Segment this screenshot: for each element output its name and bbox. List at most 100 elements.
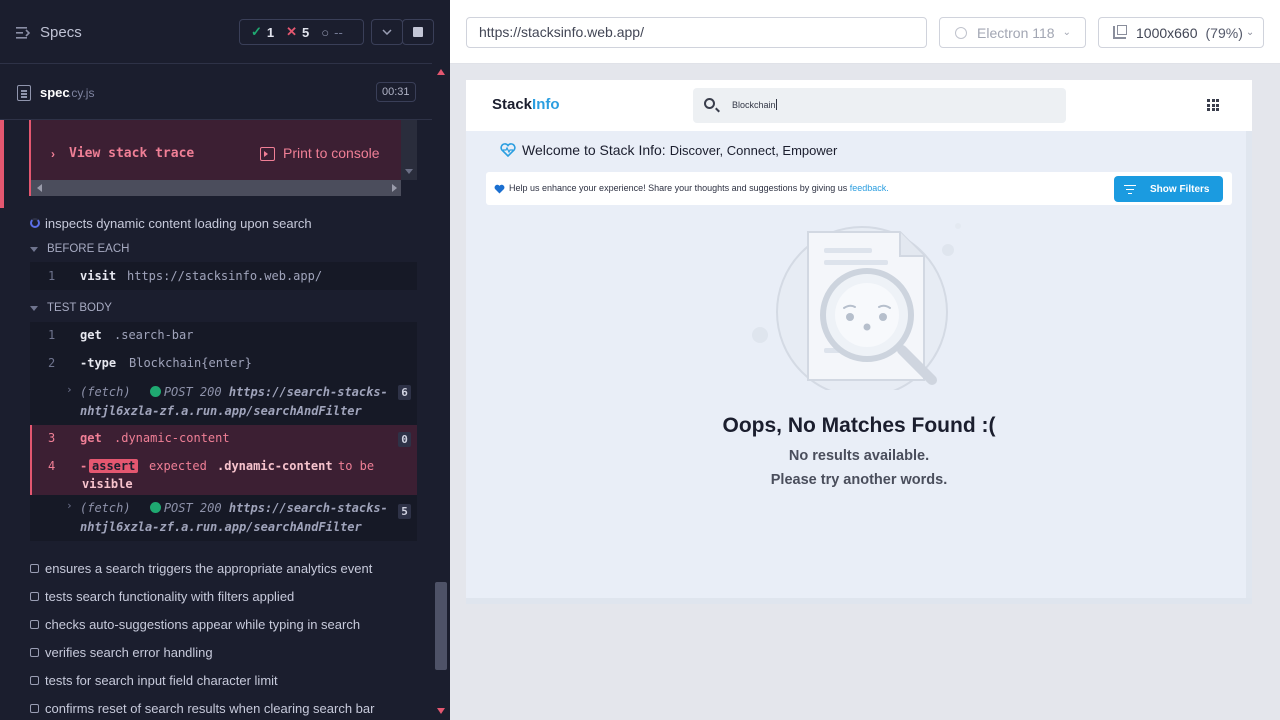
assert-visible: visible xyxy=(82,477,133,491)
browser-toolbar: https://stacksinfo.web.app/ Electron 118… xyxy=(450,0,1280,64)
pending-checkbox-icon xyxy=(30,703,39,713)
command-name: get xyxy=(80,328,102,342)
test-title[interactable]: tests for search input field character l… xyxy=(30,670,278,690)
scroll-up-icon[interactable] xyxy=(437,69,445,75)
no-results-illustration xyxy=(752,223,961,390)
spec-name: spec xyxy=(40,85,70,100)
welcome-heading: Welcome to Stack Info: Discover, Connect… xyxy=(500,142,837,158)
check-icon: ✓ xyxy=(251,24,262,39)
scroll-down-icon[interactable] xyxy=(437,708,445,714)
chevron-right-icon: › xyxy=(66,499,73,512)
command-arg: Blockchain{enter} xyxy=(129,356,252,370)
passed-count: 1 xyxy=(266,24,275,40)
assert-selector: .dynamic-content xyxy=(217,459,333,473)
error-panel: › View stack trace Print to console xyxy=(29,120,417,196)
frame-bottom xyxy=(466,598,1252,604)
pending-checkbox-icon xyxy=(30,647,39,657)
stop-button[interactable] xyxy=(402,19,434,45)
apps-grid-icon[interactable] xyxy=(1207,99,1219,111)
pending-checkbox-icon xyxy=(30,563,39,573)
test-title[interactable]: ensures a search triggers the appropriat… xyxy=(30,558,372,578)
zoom-level: (79%) xyxy=(1205,24,1243,41)
assert-expected: expected xyxy=(149,459,207,473)
status-dot-icon xyxy=(149,386,161,397)
reporter-panel: Specs ✓ 1 ✕ 5 ○ -- spec .cy.js 00:31 › V… xyxy=(0,0,450,720)
pending-checkbox-icon xyxy=(30,619,39,629)
failed-indicator xyxy=(0,120,4,208)
test-title-text: tests search functionality with filters … xyxy=(45,588,295,604)
fetch-method: POST 200 xyxy=(163,501,222,515)
command-arg: .search-bar xyxy=(114,328,194,342)
stop-icon xyxy=(413,27,423,37)
fetch-label: (fetch) xyxy=(80,385,131,399)
try-again-text: Please try another words. xyxy=(770,472,948,488)
command-number: 1 xyxy=(48,328,56,342)
failed-commands: 3 get .dynamic-content 0 4 - assert expe… xyxy=(30,425,417,495)
fetch-label: (fetch) xyxy=(80,501,131,515)
spec-file-row[interactable]: spec .cy.js 00:31 xyxy=(0,65,432,120)
command-number: 3 xyxy=(48,431,56,445)
print-console-icon xyxy=(260,147,275,161)
specs-list-icon[interactable] xyxy=(16,26,32,40)
reporter-scrollbar[interactable] xyxy=(432,64,450,720)
url-bar[interactable]: https://stacksinfo.web.app/ xyxy=(466,17,927,48)
request-count-badge: 6 xyxy=(398,385,411,400)
collapse-button[interactable] xyxy=(371,19,403,45)
search-bar[interactable]: Blockchain xyxy=(693,88,1066,123)
view-stack-trace-link[interactable]: View stack trace xyxy=(69,146,194,161)
command-number: 2 xyxy=(48,356,56,370)
error-vertical-scrollbar[interactable] xyxy=(401,120,417,180)
test-title[interactable]: verifies search error handling xyxy=(30,642,213,662)
specs-title[interactable]: Specs xyxy=(40,24,82,41)
viewport-size: 1000x660 xyxy=(1136,24,1198,41)
test-title-text: inspects dynamic content loading upon se… xyxy=(45,215,312,231)
assert-chip: assert xyxy=(89,459,139,473)
test-title-current[interactable]: inspects dynamic content loading upon se… xyxy=(30,213,312,233)
caret-down-icon xyxy=(30,305,38,311)
feedback-link[interactable]: feedback. xyxy=(850,183,889,193)
chevron-right-icon: › xyxy=(51,147,55,161)
chevron-right-icon: › xyxy=(66,383,73,396)
before-each-label: BEFORE EACH xyxy=(47,243,130,255)
welcome-subtitle: Discover, Connect, Empower xyxy=(669,142,838,158)
before-each-commands: 1 visit https://stacksinfo.web.app/ xyxy=(30,262,417,290)
test-title-text: confirms reset of search results when cl… xyxy=(45,700,375,716)
pending-checkbox-icon xyxy=(30,591,39,601)
command-name: - xyxy=(80,459,88,473)
test-body-header[interactable]: TEST BODY xyxy=(30,302,112,314)
scrollbar-thumb[interactable] xyxy=(435,582,447,670)
chevron-down-icon: ⌄ xyxy=(1245,27,1255,38)
running-spinner-icon xyxy=(30,218,40,228)
show-filters-label: Show Filters xyxy=(1150,183,1210,195)
filter-icon xyxy=(1124,184,1136,194)
print-to-console-button[interactable]: Print to console xyxy=(283,145,380,161)
reporter-header: Specs ✓ 1 ✕ 5 ○ -- xyxy=(0,0,434,64)
show-filters-button[interactable]: Show Filters xyxy=(1114,176,1223,202)
test-title[interactable]: checks auto-suggestions appear while typ… xyxy=(30,614,360,634)
search-input[interactable]: Blockchain xyxy=(732,99,777,110)
app-under-test: StackInfo Blockchain Welcome to Stack In… xyxy=(466,80,1252,604)
fetch-details: (fetch) POST 200 https://search-stacks- … xyxy=(80,499,388,537)
test-title[interactable]: tests search functionality with filters … xyxy=(30,586,294,606)
status-dot-icon xyxy=(149,502,161,513)
no-match-title: Oops, No Matches Found :( xyxy=(722,414,996,437)
after-fail-commands: › (fetch) POST 200 https://search-stacks… xyxy=(30,495,417,541)
test-title[interactable]: confirms reset of search results when cl… xyxy=(30,698,374,718)
spinner-icon: ○ xyxy=(321,24,330,40)
error-horizontal-scrollbar[interactable] xyxy=(31,180,403,196)
heart-pulse-icon xyxy=(500,143,516,157)
viewport-selector[interactable]: 1000x660 (79%) ⌄ xyxy=(1098,17,1264,48)
scroll-corner xyxy=(401,180,417,196)
before-each-header[interactable]: BEFORE EACH xyxy=(30,243,129,255)
test-title-text: verifies search error handling xyxy=(45,644,213,660)
fetch-url-2: nhtjl6xzla-zf.a.run.app/searchAndFilter xyxy=(80,520,362,534)
caret-down-icon xyxy=(30,246,38,252)
command-arg: https://stacksinfo.web.app/ xyxy=(127,269,323,283)
chevron-down-icon xyxy=(382,29,392,35)
command-name: get xyxy=(80,431,102,445)
command-arg: .dynamic-content xyxy=(114,431,230,445)
brand-logo[interactable]: StackInfo xyxy=(492,96,560,113)
browser-area: https://stacksinfo.web.app/ Electron 118… xyxy=(450,0,1280,720)
spec-duration: 00:31 xyxy=(376,82,416,102)
browser-selector[interactable]: Electron 118 ⌄ xyxy=(939,17,1086,48)
